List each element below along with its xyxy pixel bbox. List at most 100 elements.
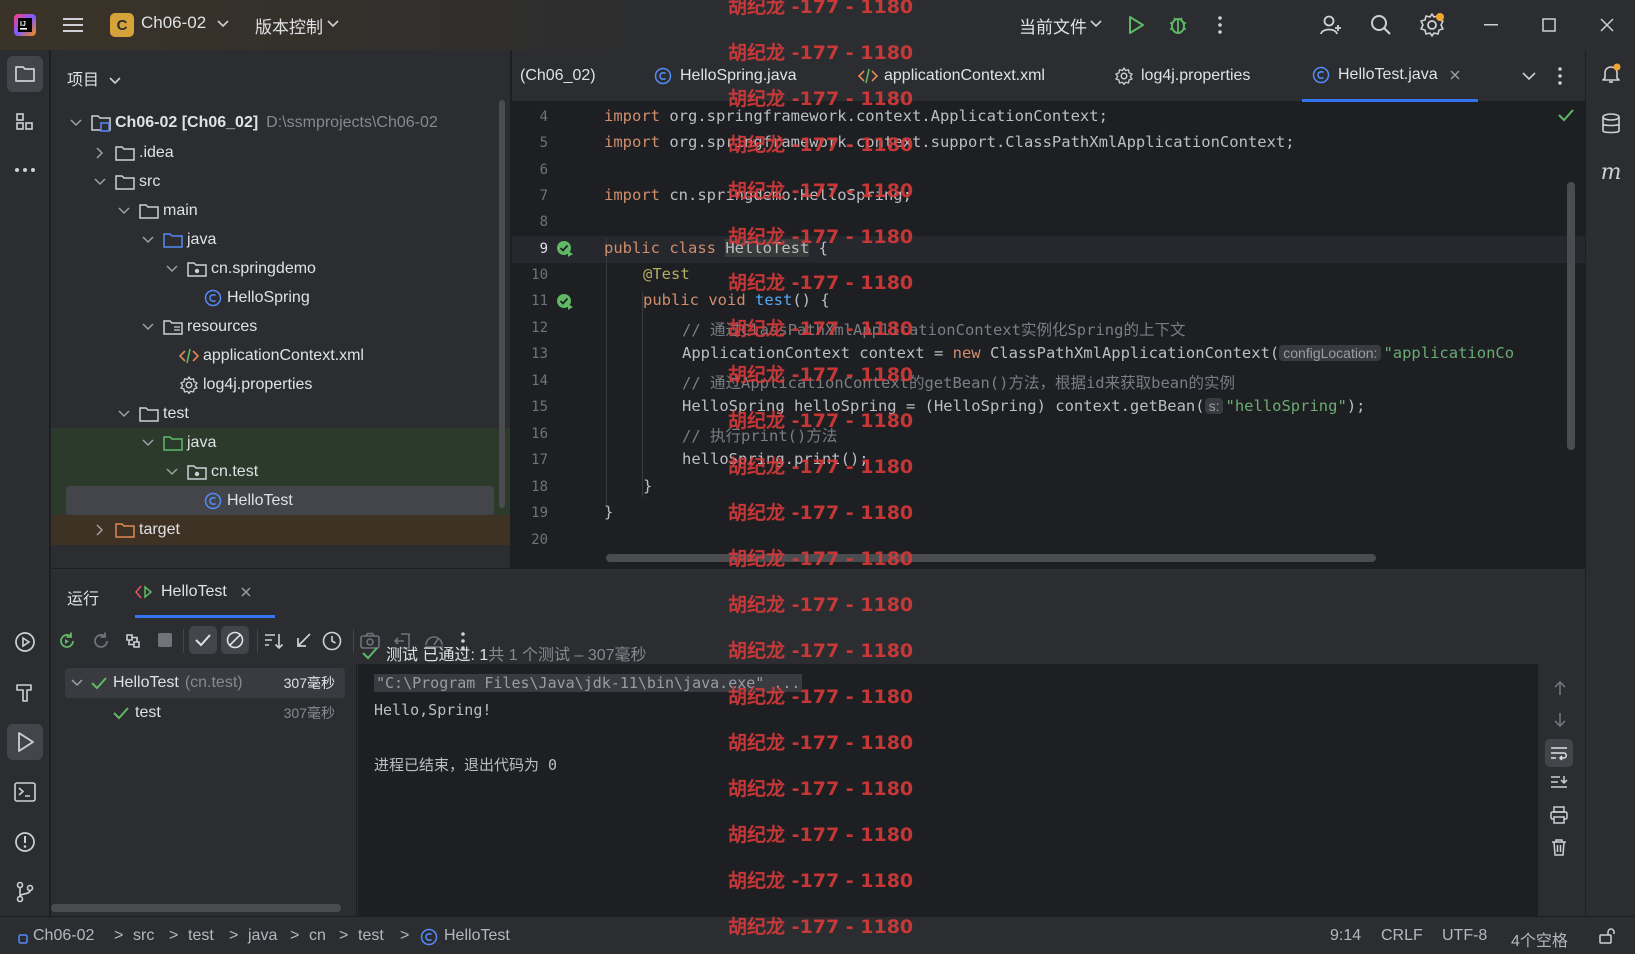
tree-item-package-cn-test[interactable]: cn.test <box>51 457 510 487</box>
vcs-menu[interactable]: 版本控制 <box>255 13 323 38</box>
tree-item-main[interactable]: main <box>51 196 510 226</box>
add-user-icon[interactable] <box>1318 12 1344 38</box>
run-icon[interactable] <box>1124 13 1148 37</box>
chevron-down-icon[interactable] <box>71 679 83 687</box>
debug-icon[interactable] <box>1166 13 1190 37</box>
minimize-icon[interactable] <box>1478 13 1504 37</box>
line-separator[interactable]: CRLF <box>1381 927 1423 945</box>
show-ignored-toggle-icon[interactable] <box>221 626 249 654</box>
breadcrumb-item[interactable]: test <box>188 927 214 945</box>
project-panel-scrollbar[interactable] <box>499 100 505 508</box>
breadcrumb-item[interactable]: test <box>358 927 384 945</box>
toggle-auto-test-icon[interactable] <box>123 631 143 656</box>
clear-trash-icon[interactable] <box>1551 838 1567 861</box>
no-problems-check-icon[interactable] <box>1558 108 1574 127</box>
project-name[interactable]: Ch06-02 <box>141 13 206 33</box>
project-tool-button[interactable] <box>7 56 43 92</box>
tabs-more-icon[interactable] <box>1558 50 1562 102</box>
tab-list-chevron-icon[interactable] <box>1522 50 1536 102</box>
project-panel-title[interactable]: 项目 <box>67 66 99 90</box>
chevron-down-icon[interactable] <box>69 116 83 130</box>
stop-icon[interactable] <box>157 632 173 653</box>
maven-icon[interactable]: m <box>1593 154 1629 190</box>
close-tab-icon[interactable] <box>241 587 251 597</box>
chevron-down-icon[interactable] <box>117 204 131 218</box>
chevron-down-icon[interactable] <box>165 262 179 276</box>
sort-icon[interactable] <box>263 631 285 656</box>
tab-hellospring-java[interactable]: HelloSpring.java <box>654 50 797 102</box>
intellij-logo-icon[interactable]: IJ <box>12 12 38 38</box>
terminal-icon[interactable] <box>7 774 43 810</box>
import-tests-icon[interactable] <box>293 631 313 656</box>
run-config-tab[interactable]: HelloTest <box>135 583 251 601</box>
test-history-icon[interactable] <box>321 630 343 657</box>
chevron-down-icon[interactable] <box>216 16 230 32</box>
chevron-down-icon[interactable] <box>141 436 155 450</box>
run-panel-title[interactable]: 运行 <box>67 585 99 609</box>
file-encoding[interactable]: UTF-8 <box>1442 927 1487 945</box>
run-test-gutter-icon[interactable] <box>556 240 574 263</box>
scroll-to-end-icon[interactable] <box>1550 775 1568 796</box>
test-row-test[interactable]: test 307毫秒 <box>65 698 345 728</box>
caret-position[interactable]: 9:14 <box>1330 927 1361 945</box>
tree-item-log4j-properties[interactable]: log4j.properties <box>51 370 510 400</box>
chevron-down-icon[interactable] <box>93 175 107 189</box>
tree-item-test-java[interactable]: java <box>51 428 510 458</box>
breadcrumb-item[interactable]: HelloTest <box>444 927 510 945</box>
project-badge[interactable]: C <box>110 13 134 37</box>
tab-hellotest-java[interactable]: HelloTest.java <box>1302 50 1478 102</box>
run-test-gutter-icon[interactable] <box>556 293 574 316</box>
code-editor[interactable]: 4 5 6 7 8 9 10 11 12 13 14 15 16 17 18 19 20 import org.… <box>512 102 1585 568</box>
print-icon[interactable] <box>1550 806 1568 829</box>
tree-item-resources[interactable]: resources <box>51 312 510 342</box>
close-tab-icon[interactable] <box>1450 70 1460 80</box>
services-tool-button[interactable] <box>7 624 43 660</box>
tab-applicationcontext-xml[interactable]: applicationContext.xml <box>858 50 1045 102</box>
scroll-down-arrow-icon[interactable] <box>1553 712 1567 733</box>
chevron-down-icon[interactable] <box>109 72 121 90</box>
database-icon[interactable] <box>1593 106 1629 142</box>
chevron-down-icon[interactable] <box>165 465 179 479</box>
more-tools-icon[interactable] <box>7 152 43 188</box>
run-config-selector[interactable]: 当前文件 <box>1019 13 1087 38</box>
show-passed-toggle-icon[interactable] <box>189 626 217 654</box>
chevron-down-icon[interactable] <box>326 16 340 32</box>
settings-gear-icon[interactable] <box>1418 11 1446 39</box>
tree-item-hellospring[interactable]: HelloSpring <box>51 283 510 313</box>
chevron-down-icon[interactable] <box>117 407 131 421</box>
problems-icon[interactable] <box>7 824 43 860</box>
tab-ch06-02[interactable]: (Ch06_02) <box>520 50 596 102</box>
editor-vertical-scrollbar[interactable] <box>1567 182 1575 450</box>
breadcrumb-item[interactable]: java <box>248 927 277 945</box>
breadcrumb-item[interactable]: src <box>133 927 154 945</box>
structure-tool-button[interactable] <box>7 104 43 140</box>
test-tree-scrollbar[interactable] <box>51 904 341 912</box>
chevron-right-icon[interactable] <box>93 146 107 160</box>
search-icon[interactable] <box>1368 12 1394 38</box>
chevron-down-icon[interactable] <box>141 233 155 247</box>
tree-item-hellotest[interactable]: HelloTest <box>66 486 494 516</box>
tree-item-main-java[interactable]: java <box>51 225 510 255</box>
notifications-bell-icon[interactable] <box>1593 56 1629 92</box>
scroll-up-arrow-icon[interactable] <box>1553 680 1567 701</box>
tree-item-test[interactable]: test <box>51 399 510 429</box>
breadcrumb-item[interactable]: cn <box>309 927 326 945</box>
breadcrumb-item[interactable]: Ch06-02 <box>33 927 94 945</box>
tab-log4j-properties[interactable]: log4j.properties <box>1115 50 1250 102</box>
unlock-icon[interactable] <box>1598 927 1616 950</box>
soft-wrap-icon[interactable] <box>1545 739 1573 767</box>
build-hammer-icon[interactable] <box>7 674 43 710</box>
chevron-down-icon[interactable] <box>141 320 155 334</box>
git-branch-icon[interactable] <box>7 874 43 910</box>
close-window-icon[interactable] <box>1594 13 1620 37</box>
editor-horizontal-scrollbar[interactable] <box>606 554 1376 562</box>
tree-item-project-root[interactable]: Ch06-02 [Ch06_02] D:\ssmprojects\Ch06-02 <box>51 108 510 138</box>
tree-item-idea[interactable]: .idea <box>51 138 510 168</box>
rerun-icon[interactable] <box>57 631 77 656</box>
tree-item-target[interactable]: target <box>51 515 510 545</box>
tree-item-src[interactable]: src <box>51 167 510 197</box>
test-row-hellotest[interactable]: HelloTest (cn.test) 307毫秒 <box>65 668 345 698</box>
rerun-failed-icon[interactable] <box>91 631 111 656</box>
maximize-icon[interactable] <box>1536 13 1562 37</box>
tree-item-applicationcontext-xml[interactable]: applicationContext.xml <box>51 341 510 371</box>
